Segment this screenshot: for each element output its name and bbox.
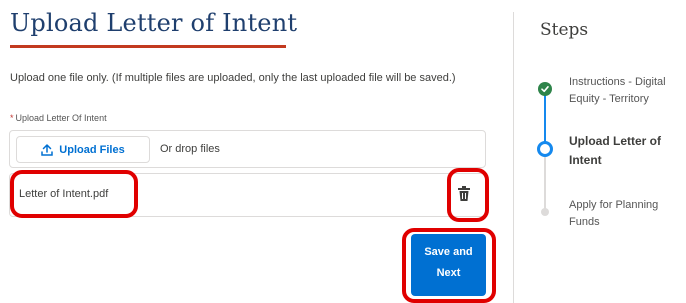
upload-icon bbox=[41, 143, 54, 156]
panel-divider bbox=[513, 12, 514, 303]
steps-title: Steps bbox=[540, 20, 589, 40]
drop-files-text: Or drop files bbox=[160, 143, 220, 155]
step-item-apply-planning-funds[interactable]: Apply for Planning Funds bbox=[569, 197, 679, 231]
upload-instructions: Upload one file only. (If multiple files… bbox=[10, 72, 456, 84]
page-title: Upload Letter of Intent bbox=[10, 9, 298, 37]
step-complete-icon bbox=[538, 82, 552, 96]
upload-field-label: * Upload Letter Of Intent bbox=[10, 113, 107, 123]
annotation-highlight-delete bbox=[447, 168, 489, 222]
file-dropzone[interactable]: Upload Files Or drop files bbox=[9, 130, 486, 168]
steps-track-progress bbox=[544, 92, 546, 148]
required-marker: * bbox=[10, 113, 14, 123]
annotation-highlight-save bbox=[402, 228, 496, 303]
upload-files-button[interactable]: Upload Files bbox=[16, 136, 150, 163]
checkmark-icon bbox=[541, 86, 549, 93]
step-upcoming-icon bbox=[541, 208, 549, 216]
annotation-highlight-file bbox=[10, 170, 138, 218]
upload-field-label-text: Upload Letter Of Intent bbox=[15, 113, 107, 123]
step-item-instructions[interactable]: Instructions - Digital Equity - Territor… bbox=[569, 74, 679, 108]
step-current-icon bbox=[537, 141, 553, 157]
upload-files-label: Upload Files bbox=[59, 143, 125, 156]
step-item-upload-letter[interactable]: Upload Letter of Intent bbox=[569, 132, 679, 170]
title-underline bbox=[10, 45, 286, 48]
